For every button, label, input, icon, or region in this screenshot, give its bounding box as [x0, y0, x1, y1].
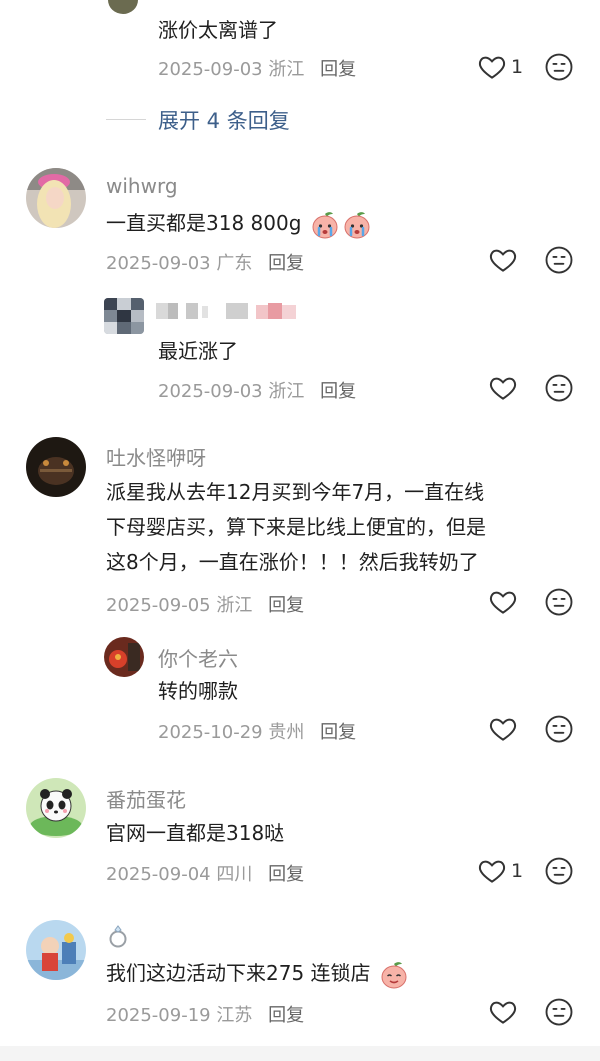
comment-text: 涨价太离谱了 — [158, 18, 278, 42]
comment-location: 浙江 — [268, 59, 305, 80]
comment-meta: 2025-09-19 江苏 回复 — [106, 1001, 304, 1027]
dislike-face-icon[interactable] — [544, 587, 574, 617]
avatar[interactable] — [26, 437, 86, 497]
like-count: 1 — [511, 860, 524, 882]
comment-text: 最近涨了 — [158, 339, 238, 363]
bottom-edge — [0, 1046, 600, 1061]
comment-username[interactable]: 番茄蛋花 — [106, 784, 186, 813]
heart-icon[interactable] — [488, 997, 518, 1027]
comment-text: 官网一直都是318哒 — [106, 821, 285, 845]
dislike-face-icon[interactable] — [544, 373, 574, 403]
comment-date: 2025-09-05 — [106, 595, 211, 616]
expand-replies-button[interactable]: 展开 4 条回复 — [158, 105, 290, 135]
comment-meta: 2025-09-03 浙江 回复 — [158, 377, 356, 403]
smiling-peach-icon — [381, 961, 407, 988]
heart-icon[interactable] — [488, 245, 518, 275]
heart-icon[interactable] — [488, 373, 518, 403]
comment-date: 2025-09-03 — [158, 381, 263, 402]
comment-location: 江苏 — [216, 1005, 253, 1026]
comment-username[interactable]: wihwrg — [106, 174, 178, 198]
heart-icon[interactable] — [488, 587, 518, 617]
comment-username[interactable]: 吐水怪咿呀 — [106, 442, 206, 471]
comment-meta: 2025-09-04 四川 回复 — [106, 860, 304, 886]
avatar[interactable] — [26, 778, 86, 838]
heart-icon[interactable] — [488, 714, 518, 744]
comment-meta: 2025-09-03 广东 回复 — [106, 249, 304, 275]
comment-location: 浙江 — [268, 381, 305, 402]
comment-meta: 2025-10-29 贵州 回复 — [158, 718, 356, 744]
crying-peach-icon — [312, 211, 338, 238]
crying-peach-icon — [344, 211, 370, 238]
comment-text-line: 下母婴店买，算下来是比线上便宜的，但是 — [106, 515, 486, 539]
reply-button[interactable]: 回复 — [320, 722, 356, 743]
reply-button[interactable]: 回复 — [268, 595, 304, 616]
reply-button[interactable]: 回复 — [320, 381, 356, 402]
reply-button[interactable]: 回复 — [268, 253, 304, 274]
dislike-face-icon[interactable] — [544, 714, 574, 744]
comment-date: 2025-10-29 — [158, 722, 263, 743]
dislike-face-icon[interactable] — [544, 997, 574, 1027]
comment-text-line: 派星我从去年12月买到今年7月，一直在线 — [106, 480, 485, 504]
blurred-username[interactable] — [156, 302, 306, 320]
heart-icon[interactable] — [477, 52, 507, 82]
avatar[interactable] — [108, 0, 138, 14]
avatar[interactable] — [26, 920, 86, 980]
comment-text: 转的哪款 — [158, 679, 238, 703]
comment-text: 我们这边活动下来275 连锁店 — [106, 955, 409, 991]
comment-meta: 2025-09-03 浙江 回复 — [158, 55, 356, 81]
comment-text: 一直买都是318 800g — [106, 205, 372, 241]
comment-location: 浙江 — [216, 595, 253, 616]
dislike-face-icon[interactable] — [544, 52, 574, 82]
comment-date: 2025-09-04 — [106, 864, 211, 885]
comment-location: 广东 — [216, 253, 253, 274]
comment-date: 2025-09-03 — [106, 253, 211, 274]
like-count: 1 — [511, 56, 524, 78]
reply-button[interactable]: 回复 — [268, 864, 304, 885]
heart-icon[interactable] — [477, 856, 507, 886]
comment-location: 贵州 — [268, 722, 305, 743]
avatar[interactable] — [26, 168, 86, 228]
reply-button[interactable]: 回复 — [320, 59, 356, 80]
avatar[interactable] — [104, 298, 144, 334]
comment-text-line: 这8个月，一直在涨价！！！然后我转奶了 — [106, 550, 479, 574]
comment-date: 2025-09-19 — [106, 1005, 211, 1026]
comment-location: 四川 — [216, 864, 253, 885]
dislike-face-icon[interactable] — [544, 856, 574, 886]
expand-divider — [106, 119, 146, 120]
avatar[interactable] — [104, 637, 144, 677]
comment-date: 2025-09-03 — [158, 59, 263, 80]
ring-icon — [109, 925, 127, 948]
comment-meta: 2025-09-05 浙江 回复 — [106, 591, 304, 617]
comment-username[interactable]: 你个老六 — [158, 643, 238, 672]
reply-button[interactable]: 回复 — [268, 1005, 304, 1026]
dislike-face-icon[interactable] — [544, 245, 574, 275]
